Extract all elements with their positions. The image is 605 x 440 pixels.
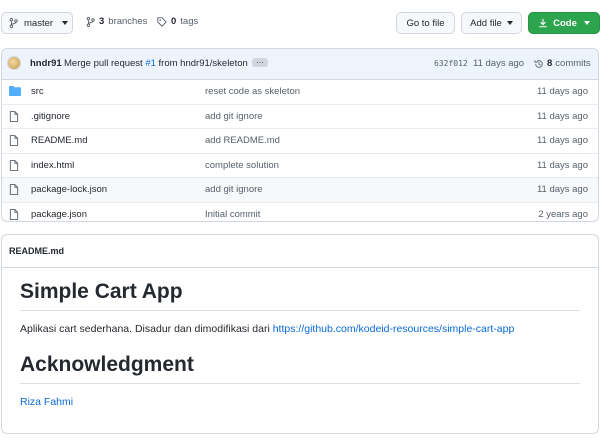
branches-label: branches	[108, 16, 148, 27]
readme-paragraph-text: Aplikasi cart sederhana. Disadur dan dim…	[20, 323, 270, 335]
chevron-down-icon	[583, 21, 590, 25]
branches-link[interactable]: 3 branches	[86, 16, 147, 27]
commits-label: commits	[555, 58, 591, 69]
add-file-label: Add file	[470, 17, 502, 29]
file-name[interactable]: .gitignore	[31, 111, 70, 122]
code-button[interactable]: Code	[528, 12, 600, 34]
file-icon	[9, 208, 19, 220]
readme-filename: README.md	[9, 246, 65, 256]
chevron-down-icon	[62, 21, 69, 25]
branch-name: master	[24, 17, 54, 29]
file-name[interactable]: index.html	[31, 160, 74, 171]
file-icon	[9, 135, 19, 146]
readme-ack-paragraph: Riza Fahmi	[20, 396, 580, 408]
file-name[interactable]: src	[31, 86, 44, 97]
branch-select-button[interactable]: master	[1, 12, 73, 34]
file-row-index-html[interactable]: index.html complete solution 11 days ago	[2, 154, 598, 178]
commit-sha[interactable]: 632f012	[434, 59, 468, 68]
tags-label: tags	[180, 16, 199, 27]
commit-message[interactable]: Merge pull request #1 from hndr91/skelet…	[64, 58, 248, 69]
file-age: 11 days ago	[536, 159, 588, 171]
tag-icon	[157, 16, 167, 27]
file-row-package-json[interactable]: package.json Initial commit 2 years ago	[2, 203, 598, 222]
chevron-down-icon	[506, 21, 513, 25]
file-age: 11 days ago	[536, 184, 588, 195]
commit-message-suffix: from hndr91/skeleton	[158, 58, 248, 69]
readme-header: README.md	[2, 235, 598, 268]
file-commit-message[interactable]: reset code as skeleton	[205, 86, 300, 97]
latest-commit-bar: hndr91 Merge pull request #1 from hndr91…	[2, 49, 598, 80]
file-age: 11 days ago	[536, 86, 588, 97]
file-row-gitignore[interactable]: .gitignore add git ignore 11 days ago	[2, 105, 598, 129]
file-icon	[9, 184, 19, 195]
download-icon	[539, 18, 547, 28]
commit-age: 11 days ago	[473, 58, 525, 69]
commits-link[interactable]: 8 commits	[534, 58, 591, 69]
file-row-readme[interactable]: README.md add README.md 11 days ago	[2, 129, 598, 154]
pull-request-link[interactable]: #1	[145, 58, 156, 69]
commit-author[interactable]: hndr91	[30, 58, 62, 69]
add-file-button[interactable]: Add file	[461, 12, 522, 34]
file-age: 11 days ago	[536, 135, 588, 146]
branch-icon	[9, 18, 18, 28]
file-row-package-lock[interactable]: package-lock.json add git ignore 11 days…	[2, 178, 598, 203]
readme-panel: README.md Simple Cart App Aplikasi cart …	[1, 234, 599, 434]
readme-paragraph: Aplikasi cart sederhana. Disadur dan dim…	[20, 323, 580, 335]
file-name[interactable]: package.json	[31, 209, 87, 220]
branches-count: 3	[99, 16, 105, 27]
code-label: Code	[553, 17, 577, 29]
file-icon	[9, 159, 19, 171]
readme-title: Simple Cart App	[20, 280, 580, 311]
repo-toolbar: master 3 branches 0 tags Go to file Add …	[0, 12, 605, 36]
tags-link[interactable]: 0 tags	[157, 16, 198, 27]
file-icon	[9, 110, 19, 122]
folder-icon	[9, 86, 21, 96]
file-row-src[interactable]: src reset code as skeleton 11 days ago	[2, 80, 598, 105]
file-commit-message[interactable]: add git ignore	[205, 184, 263, 195]
expand-commit-button[interactable]: ···	[252, 58, 268, 67]
file-browser: hndr91 Merge pull request #1 from hndr91…	[1, 48, 599, 222]
file-age: 2 years ago	[538, 208, 588, 220]
file-name[interactable]: package-lock.json	[31, 184, 107, 195]
commits-count: 8	[547, 58, 553, 69]
avatar[interactable]	[7, 56, 21, 70]
go-to-file-button[interactable]: Go to file	[396, 12, 455, 34]
readme-acknowledgment-heading: Acknowledgment	[20, 353, 580, 384]
file-age: 11 days ago	[536, 110, 588, 122]
file-commit-message[interactable]: complete solution	[205, 160, 279, 171]
commit-message-prefix: Merge pull request	[64, 58, 143, 69]
file-name[interactable]: README.md	[31, 135, 87, 146]
history-icon	[534, 59, 543, 68]
file-commit-message[interactable]: add README.md	[205, 135, 280, 146]
source-repo-link[interactable]: https://github.com/kodeid-resources/simp…	[273, 323, 515, 335]
branch-icon	[86, 16, 95, 27]
file-commit-message[interactable]: add git ignore	[205, 111, 263, 122]
tags-count: 0	[171, 16, 177, 27]
file-commit-message[interactable]: Initial commit	[205, 209, 260, 220]
author-link[interactable]: Riza Fahmi	[20, 396, 73, 408]
readme-content: Simple Cart App Aplikasi cart sederhana.…	[20, 280, 580, 408]
file-list: src reset code as skeleton 11 days ago .…	[2, 80, 598, 222]
